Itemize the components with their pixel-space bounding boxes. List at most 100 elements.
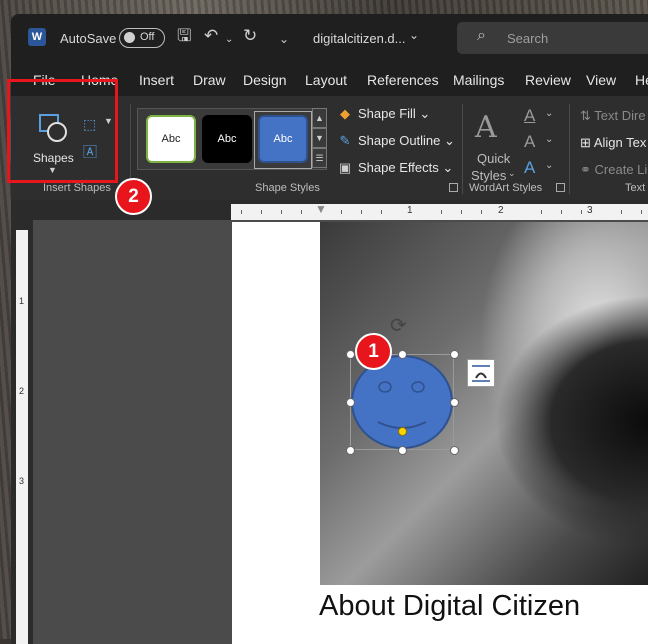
search-input[interactable]: ⌕ Search [457,22,648,54]
insert-shapes-highlight [7,79,118,183]
chevron-down-icon[interactable]: ⌄ [545,160,553,171]
gallery-scroll-down-icon[interactable]: ▼ [312,128,327,148]
wordart-styles-group-label: WordArt Styles [469,182,543,194]
search-placeholder: Search [507,31,549,46]
customize-toolbar-icon[interactable]: ⌄ [279,29,289,49]
shape-fill-label: Shape Fill [358,106,416,121]
autosave-toggle[interactable]: Off [119,28,165,48]
create-link-button[interactable]: ⚭ Create Li [580,162,647,178]
shape-outline-button[interactable]: ✎ Shape Outline ⌄ [338,133,455,149]
ruler-number: 1 [407,205,413,216]
document-name[interactable]: digitalcitizen.d... [313,31,406,46]
tab-review[interactable]: Review [525,72,571,88]
ruler-number: 3 [19,476,25,486]
resize-handle-bottom-left[interactable] [346,446,355,455]
dialog-launcher-icon[interactable] [556,183,565,192]
shape-style-sample-black[interactable]: Abc [202,115,252,163]
wordart-a-icon: A [475,110,497,145]
ruler-tick [541,210,542,214]
quick-styles-label[interactable]: Quick [477,151,510,166]
horizontal-ruler[interactable]: 1 2 3 ▼ [11,203,648,220]
ruler-tick [301,210,302,214]
ruler-tick [281,210,282,214]
ruler-bar [231,204,648,220]
document-canvas: About Digital Citizen ⟳ [33,220,648,644]
quick-styles-label-2[interactable]: Styles [471,168,506,183]
resize-handle-left[interactable] [346,398,355,407]
tab-mailings[interactable]: Mailings [453,72,504,88]
chevron-down-icon[interactable]: ⌄ [409,28,419,42]
text-effects-icon[interactable]: A [524,158,535,178]
rotate-handle-icon[interactable]: ⟳ [390,313,407,338]
tab-insert[interactable]: Insert [139,72,174,88]
vertical-ruler[interactable]: 1 2 3 [11,220,33,644]
document-page[interactable]: About Digital Citizen ⟳ [232,222,648,644]
gallery-more-icon[interactable]: ☰ [312,148,327,168]
ruler-tick [381,210,382,214]
tab-design[interactable]: Design [243,72,287,88]
chevron-down-icon[interactable]: ⌄ [545,134,553,145]
shape-effects-label: Shape Effects [358,160,439,175]
link-icon: ⚭ [580,162,591,177]
text-group-label: Text [625,182,646,194]
group-separator [569,104,570,194]
adjust-handle-smile[interactable] [398,427,407,436]
shape-effects-icon: ▣ [338,160,352,175]
ruler-tick [441,210,442,214]
paint-bucket-icon: ◆ [340,106,350,121]
ruler-number: 1 [19,296,25,306]
step-badge-1: 1 [355,333,392,370]
shape-styles-group-label: Shape Styles [255,182,320,194]
ruler-tick [241,210,242,214]
autosave-state: Off [140,31,155,43]
shape-style-sample-outline[interactable]: Abc [146,115,196,163]
document-heading[interactable]: About Digital Citizen [319,590,580,623]
undo-dropdown-icon[interactable]: ⌄ [225,30,233,50]
ruler-number: 2 [498,205,504,216]
resize-handle-right[interactable] [450,398,459,407]
shape-style-sample-blue[interactable]: Abc [258,115,308,163]
resize-handle-bottom[interactable] [398,446,407,455]
shape-effects-button[interactable]: ▣ Shape Effects ⌄ [338,160,453,176]
indent-marker-icon[interactable]: ▼ [315,203,327,215]
shape-outline-label: Shape Outline [358,133,441,148]
save-icon[interactable]: 🖫 [177,26,191,46]
tab-draw[interactable]: Draw [193,72,226,88]
ruler-tick [261,210,262,214]
align-text-icon: ⊞ [580,135,591,150]
dialog-launcher-icon[interactable] [449,183,458,192]
align-text-label: Align Tex [593,135,647,150]
layout-options-icon[interactable] [467,359,495,387]
ruler-tick [561,210,562,214]
chevron-down-icon[interactable]: ⌄ [545,108,553,119]
tab-layout[interactable]: Layout [305,72,347,88]
resize-handle-top[interactable] [398,350,407,359]
toggle-knob [124,32,135,43]
insert-shapes-group-label: Insert Shapes [43,182,111,194]
resize-handle-bottom-right[interactable] [450,446,459,455]
redo-icon[interactable]: ↻ [243,26,257,46]
tab-view[interactable]: View [586,72,616,88]
ruler-bar [16,230,28,644]
chevron-down-icon[interactable]: ⌄ [508,168,516,179]
gallery-scroll-up-icon[interactable]: ▲ [312,108,327,128]
text-direction-button[interactable]: ⇅ Text Dire [580,108,646,124]
ruler-number: 2 [19,386,25,396]
group-separator [462,104,463,194]
resize-handle-top-left[interactable] [346,350,355,359]
pen-icon: ✎ [339,133,351,148]
shape-fill-button[interactable]: ◆ Shape Fill ⌄ [338,106,430,122]
word-app-icon: W [28,28,46,46]
resize-handle-top-right[interactable] [450,350,459,359]
undo-icon[interactable]: ↶ [204,26,218,46]
ruler-tick [341,210,342,214]
ruler-tick [461,210,462,214]
ruler-number: 3 [587,205,593,216]
text-outline-icon[interactable]: A [524,132,535,152]
step-badge-2: 2 [115,178,152,215]
autosave-label: AutoSave [60,31,117,46]
align-text-button[interactable]: ⊞ Align Tex [580,135,646,151]
tab-references[interactable]: References [367,72,439,88]
text-fill-icon[interactable]: A [524,106,535,126]
tab-help[interactable]: He [635,72,648,88]
